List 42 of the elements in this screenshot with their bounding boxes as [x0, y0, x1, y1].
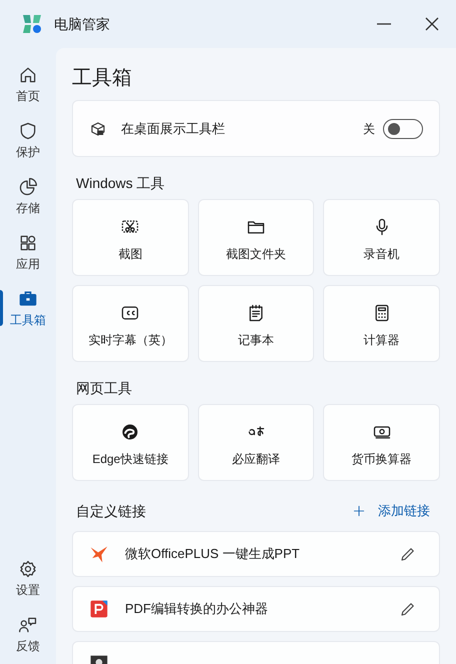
close-icon [424, 16, 440, 32]
tool-tile[interactable]: 必应翻译 [198, 404, 314, 481]
sidebar-item[interactable]: 工具箱 [0, 284, 56, 332]
add-link-button[interactable]: 添加链接 [352, 501, 430, 521]
window-title: 电脑管家 [54, 14, 110, 34]
settings-icon [18, 558, 38, 578]
sidebar-item[interactable]: 存储 [0, 172, 56, 220]
sidebar-item[interactable]: 首页 [0, 60, 56, 108]
tool-tile[interactable]: 实时字幕（英） [72, 285, 189, 362]
pie-chart-icon [18, 176, 38, 196]
toolbox-icon [18, 288, 38, 308]
bird-icon [89, 544, 109, 564]
tool-tile[interactable]: 记事本 [198, 285, 314, 362]
plus-icon [352, 504, 366, 518]
link-title[interactable]: 微软OfficePLUS 一键生成PPT [125, 544, 300, 564]
setting-label: 在桌面展示工具栏 [121, 120, 225, 138]
sidebar-item[interactable]: 应用 [0, 228, 56, 276]
shield-icon [18, 120, 38, 140]
toggle-switch[interactable] [383, 118, 423, 138]
tool-tile[interactable]: Edge快速链接 [72, 404, 189, 481]
tool-tile[interactable]: 计算器 [323, 285, 440, 362]
sidebar-item[interactable]: 反馈 [0, 610, 56, 658]
minimize-icon [377, 23, 391, 25]
sidebar-item[interactable]: 设置 [0, 554, 56, 602]
section-title: 网页工具 [76, 379, 133, 398]
sidebar-item[interactable]: 保护 [0, 116, 56, 164]
page-title: 工具箱 [72, 66, 133, 91]
feedback-icon [18, 614, 38, 634]
section-title: Windows 工具 [76, 174, 166, 193]
tool-tile[interactable]: 录音机 [323, 199, 440, 276]
link-title[interactable]: PDF编辑转换的办公神器 [125, 599, 268, 619]
swirl-icon [120, 422, 140, 442]
section-title: 自定义链接 [76, 502, 146, 520]
app-logo-icon [22, 14, 42, 34]
toggle-state-label: 关 [363, 120, 375, 138]
home-icon [18, 64, 38, 84]
tool-tile[interactable]: 货币换算器 [323, 404, 440, 481]
tool-tile[interactable]: 截图 [72, 199, 189, 276]
pdf-app-icon [89, 599, 109, 619]
package-icon [89, 120, 107, 138]
apps-icon [18, 232, 38, 252]
tool-tile[interactable]: 截图文件夹 [198, 199, 314, 276]
